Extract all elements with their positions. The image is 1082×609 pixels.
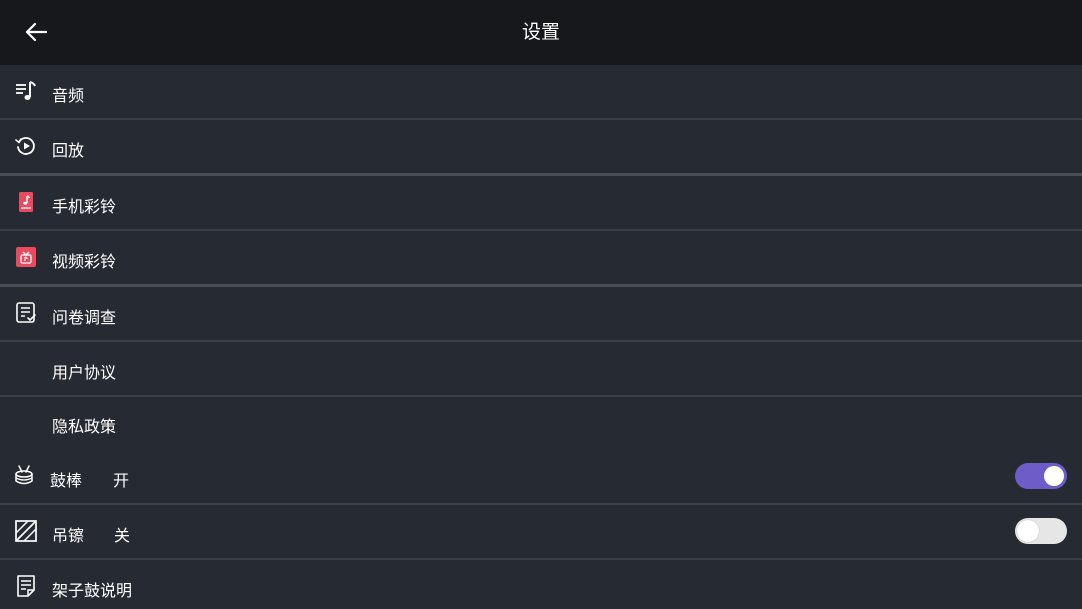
document-edit-icon — [14, 574, 38, 598]
toggle-knob — [1017, 520, 1039, 542]
video-ringtone-icon — [14, 245, 38, 269]
settings-item-drum-kit-info[interactable]: 架子鼓说明 — [0, 560, 1082, 609]
settings-item-label: 手机彩铃 — [52, 197, 117, 216]
settings-item-video-ringtone[interactable]: 视频彩铃 — [0, 231, 1082, 284]
settings-item-label: 音频 — [52, 86, 85, 105]
settings-item-survey[interactable]: 问卷调查 — [0, 287, 1082, 340]
settings-item-label: 吊镲 — [52, 526, 85, 545]
hatched-square-icon — [14, 519, 38, 543]
settings-item-label: 架子鼓说明 — [52, 581, 133, 600]
settings-item-privacy-policy[interactable]: 隐私政策 — [0, 397, 1082, 450]
settings-item-label: 鼓棒 — [50, 471, 83, 490]
drum-icon — [12, 464, 36, 488]
page-title: 设置 — [521, 21, 560, 43]
settings-item-phone-ringtone[interactable]: 手机彩铃 — [0, 176, 1082, 229]
toggle-state-text: 开 — [113, 471, 130, 490]
music-note-list-icon — [14, 79, 38, 103]
settings-item-audio[interactable]: 音频 — [0, 65, 1082, 118]
settings-item-drumstick: 鼓棒 开 — [0, 450, 1082, 503]
toggle-knob — [1044, 466, 1064, 486]
replay-circle-icon — [14, 134, 38, 158]
cymbal-toggle[interactable] — [1015, 518, 1067, 544]
phone-ringtone-icon — [14, 190, 38, 214]
settings-item-label: 用户协议 — [52, 363, 117, 382]
settings-item-playback[interactable]: 回放 — [0, 120, 1082, 173]
settings-item-cymbal: 吊镲 关 — [0, 505, 1082, 558]
toggle-state-text: 关 — [114, 526, 131, 545]
top-bar: 设置 — [0, 0, 1082, 65]
drumstick-toggle[interactable] — [1015, 463, 1067, 489]
settings-item-label: 视频彩铃 — [52, 252, 117, 271]
settings-item-user-agreement[interactable]: 用户协议 — [0, 342, 1082, 395]
settings-item-label: 隐私政策 — [52, 417, 117, 436]
settings-item-label: 问卷调查 — [52, 308, 117, 327]
settings-item-label: 回放 — [52, 141, 85, 160]
survey-document-icon — [14, 301, 38, 325]
